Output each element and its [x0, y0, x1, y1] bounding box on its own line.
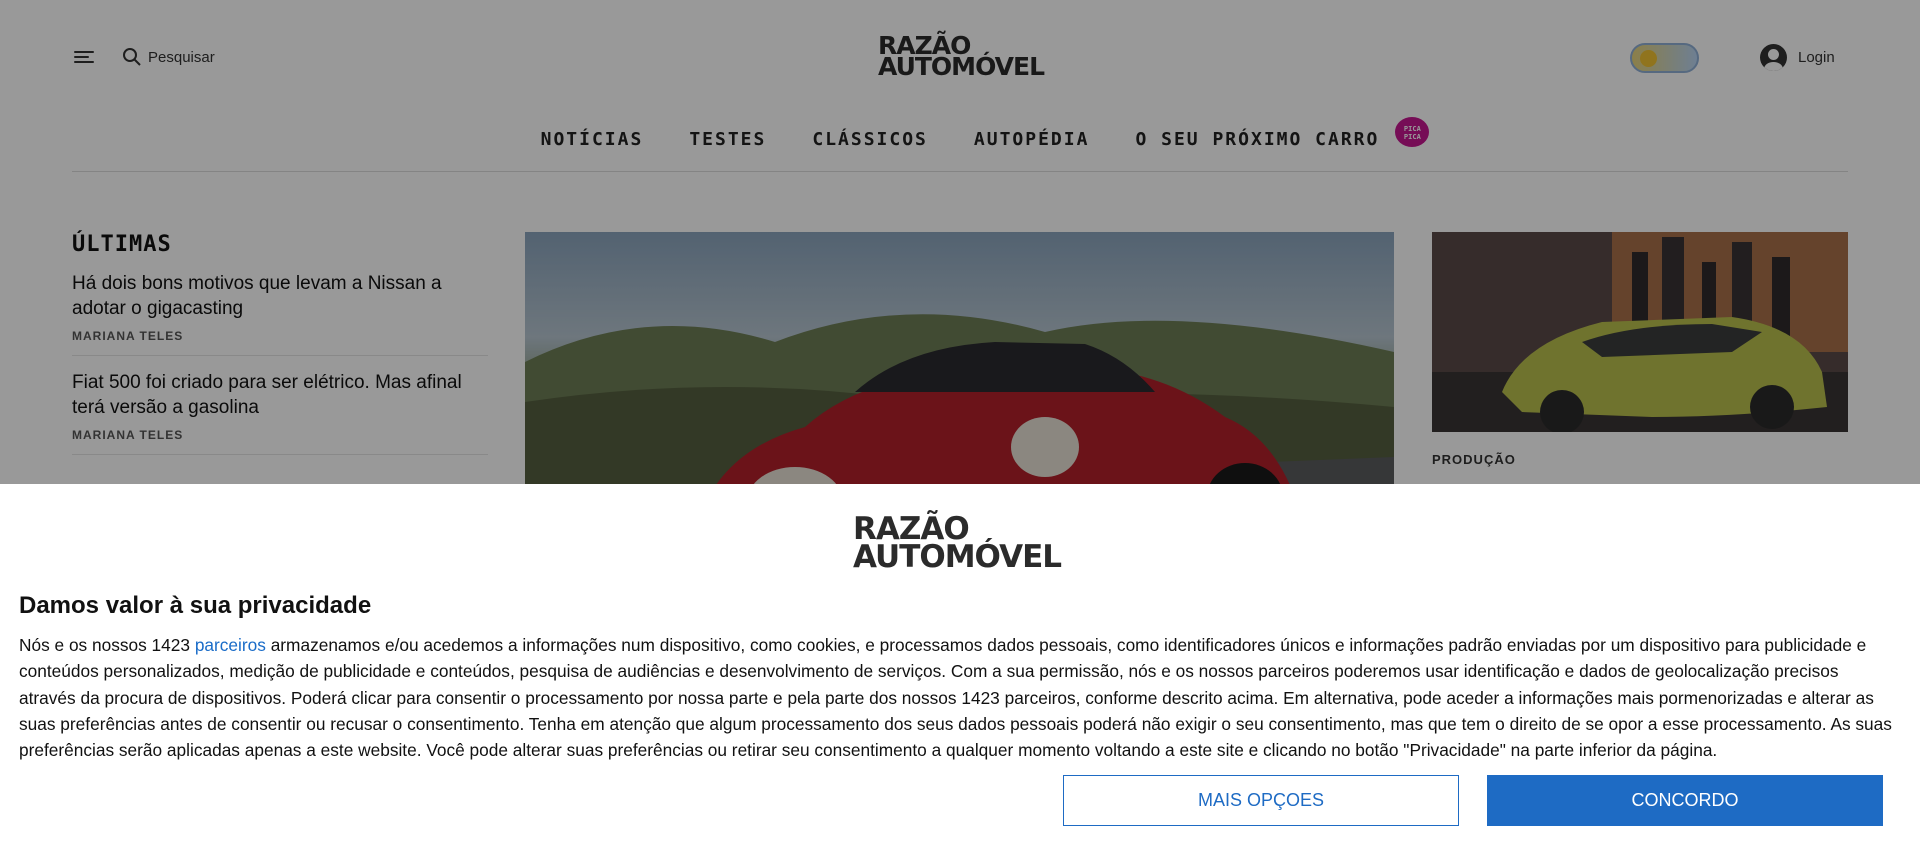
consent-title: Damos valor à sua privacidade	[19, 592, 372, 619]
consent-logo: RAZÃO AUTOMÓVEL	[853, 514, 1069, 575]
consent-logo-line2: AUTOMÓVEL	[853, 539, 1062, 575]
consent-dialog: RAZÃO AUTOMÓVEL Damos valor à sua privac…	[0, 484, 1920, 857]
agree-button[interactable]: CONCORDO	[1487, 775, 1883, 826]
consent-text-start: Nós e os nossos 1423	[19, 635, 195, 655]
consent-text-rest: armazenamos e/ou acedemos a informações …	[19, 635, 1892, 761]
partners-link[interactable]: parceiros	[195, 635, 266, 655]
consent-text: Nós e os nossos 1423 parceiros armazenam…	[19, 632, 1899, 763]
more-options-button[interactable]: MAIS OPÇOES	[1063, 775, 1459, 826]
